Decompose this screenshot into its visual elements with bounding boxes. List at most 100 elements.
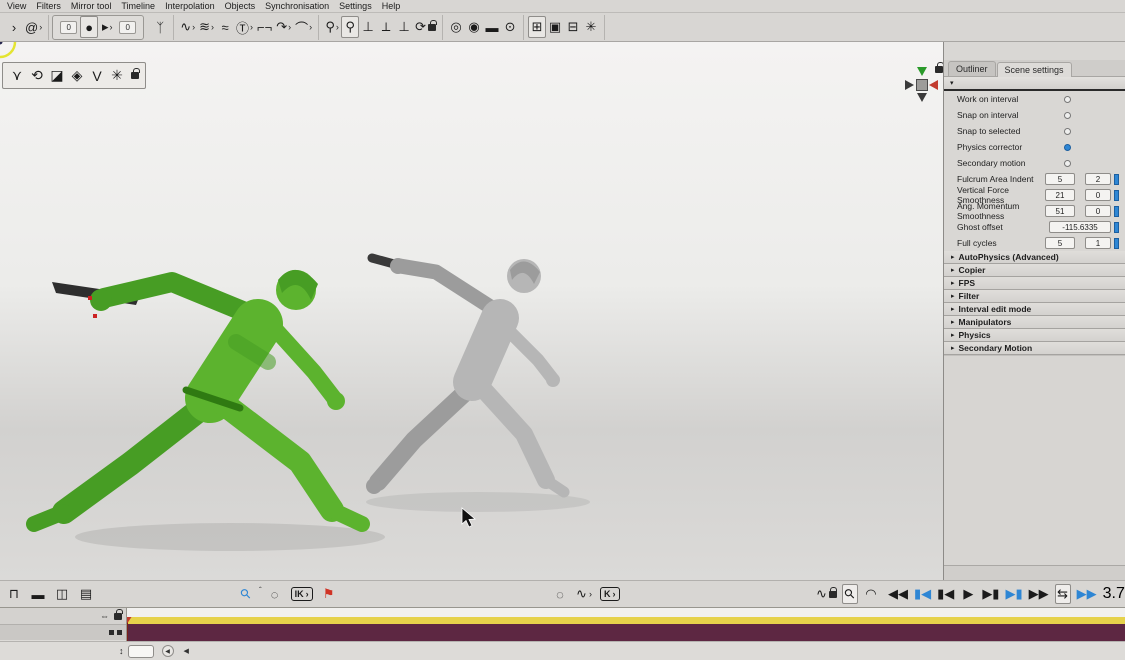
target-icon[interactable]: ◉ (465, 16, 483, 38)
ghost-select-icon[interactable]: ◌ (267, 584, 283, 604)
rotate-cube-icon[interactable]: ⟲ (29, 67, 45, 84)
ik-button[interactable]: IK› (291, 587, 313, 601)
fit-tracks-icon[interactable]: ⇔ (100, 611, 109, 621)
checkbox-work-on-interval[interactable] (1064, 96, 1071, 103)
focus-brackets-icon[interactable]: ⊙ (501, 16, 519, 38)
camera-icon[interactable]: ▬ (483, 16, 501, 38)
section-secondary-motion[interactable]: ▸Secondary Motion (944, 342, 1125, 355)
select-box-icon[interactable]: ◪ (49, 67, 65, 84)
menu-help[interactable]: Help (377, 1, 406, 11)
tab-outliner[interactable]: Outliner (948, 61, 996, 76)
gizmo-cube[interactable] (916, 79, 928, 91)
interpolation-curve-icon[interactable]: ∿› (576, 584, 592, 604)
field-ang-momentum-smoothness-2[interactable]: 0 (1085, 205, 1111, 217)
menu-view[interactable]: View (2, 1, 31, 11)
menu-timeline[interactable]: Timeline (116, 1, 160, 11)
flag-mode-icon[interactable]: ▸› (98, 16, 116, 38)
timeline-ruler-area[interactable] (127, 608, 1125, 641)
history-chevron-icon[interactable]: › (5, 16, 23, 38)
gizmo-lock-icon[interactable] (935, 66, 943, 73)
track-row-header[interactable] (0, 625, 126, 640)
fulcrum-icon[interactable]: ⟂ (377, 16, 395, 38)
split-view-icon[interactable]: ⊞ (528, 16, 546, 38)
character-gray[interactable] (366, 258, 564, 494)
viewport-3d[interactable]: ⋎⟲◪◈V✳ (0, 42, 944, 580)
section-interval-edit-mode[interactable]: ▸Interval edit mode (944, 303, 1125, 316)
view-gizmo[interactable] (901, 64, 943, 106)
pin-back-icon[interactable]: ⚲› (323, 16, 341, 38)
key-icon[interactable]: ⚲ (238, 584, 254, 604)
ghost-sphere-icon[interactable]: ◎ (447, 16, 465, 38)
ghost-frames-icon[interactable]: ⊓ (6, 584, 22, 604)
field-fulcrum-area-indent[interactable]: 5 (1045, 173, 1075, 185)
character-green[interactable] (34, 270, 362, 524)
snapshot-icon[interactable]: ◫ (54, 584, 70, 604)
field-ghost-offset[interactable]: -115.6335 (1049, 221, 1111, 233)
viewport-remove-icon[interactable]: ⊟ (564, 16, 582, 38)
arc-tool-icon[interactable]: ⌒› (293, 16, 314, 38)
menu-synchronisation[interactable]: Synchronisation (260, 1, 334, 11)
cycle-lock-icon[interactable]: ⟳ (413, 16, 438, 38)
frame-number-field[interactable] (128, 645, 154, 658)
loop-button[interactable]: ⇆ (1055, 584, 1071, 604)
field-vertical-force-smoothness[interactable]: 21 (1045, 189, 1075, 201)
arc-mode-icon[interactable]: ◠ (863, 584, 879, 604)
menu-filters[interactable]: Filters (31, 1, 66, 11)
frame-stepper-icon[interactable]: ↕ (119, 646, 124, 656)
offset-arrow-icon[interactable]: ◀ (184, 647, 189, 655)
key-mode-button[interactable]: K› (600, 587, 620, 601)
vector-tool-icon[interactable]: V (89, 68, 105, 84)
checkbox-secondary-motion[interactable] (1064, 160, 1071, 167)
field-vertical-force-smoothness-2[interactable]: 0 (1085, 189, 1111, 201)
jump-start-button[interactable]: ▮◀ (914, 584, 931, 604)
gizmo-axis-down[interactable] (917, 93, 927, 102)
checkbox-physics-corrector[interactable] (1064, 144, 1071, 151)
rig-mode-icon[interactable]: ✳ (582, 16, 600, 38)
tab-scene-settings[interactable]: Scene settings (997, 62, 1072, 77)
checkbox-snap-on-interval[interactable] (1064, 112, 1071, 119)
section-filter[interactable]: ▸Filter (944, 290, 1125, 303)
track-toggle-icon[interactable] (117, 630, 122, 635)
skeleton-tool-icon[interactable]: ✳ (109, 67, 125, 84)
field-full-cycles-2[interactable]: 1 (1085, 237, 1111, 249)
pin-button[interactable]: ⚲ (842, 584, 858, 604)
spiral-select-icon[interactable]: @› (23, 16, 44, 38)
viewport-add-icon[interactable]: ▣ (546, 16, 564, 38)
text-tool-icon[interactable]: Ⓣ› (234, 16, 255, 38)
ghost-box-icon[interactable]: ◌ (552, 584, 568, 604)
next-frame-button[interactable]: ▶▮ (982, 584, 999, 604)
jump-end-button[interactable]: ▶▮ (1005, 584, 1022, 604)
tangent-lock-icon[interactable]: ∿ (816, 584, 837, 604)
menu-mirror-tool[interactable]: Mirror tool (66, 1, 117, 11)
field-fulcrum-area-indent-2[interactable]: 2 (1085, 173, 1111, 185)
menu-objects[interactable]: Objects (220, 1, 261, 11)
ruler-strip[interactable] (127, 617, 1125, 624)
flag-icon[interactable]: ⚑ (321, 584, 337, 604)
selection-ring[interactable] (0, 42, 15, 57)
playhead[interactable] (127, 617, 132, 623)
prev-round-button[interactable]: ◀ (162, 645, 174, 657)
fast-forward-button[interactable]: ▶▶ (1029, 584, 1049, 604)
interval-spinner[interactable]: 0 (119, 21, 136, 34)
ground-point-icon[interactable]: ⊥ (395, 16, 413, 38)
channels-icon[interactable]: ▤ (78, 584, 94, 604)
gizmo-axis-up[interactable] (917, 67, 927, 76)
section-manipulators[interactable]: ▸Manipulators (944, 316, 1125, 329)
section-autophysics-advanced[interactable]: ▸AutoPhysics (Advanced) (944, 251, 1125, 264)
rewind-button[interactable]: ◀◀ (888, 584, 908, 604)
record-dot-button[interactable]: ● (80, 16, 98, 38)
keyframe-track[interactable] (127, 624, 1125, 641)
rotate-tool-icon[interactable]: ↷› (274, 16, 293, 38)
menu-settings[interactable]: Settings (334, 1, 377, 11)
section-fps[interactable]: ▸FPS (944, 277, 1125, 290)
playback-speed-button[interactable]: ▶▶ (1077, 584, 1097, 604)
menu-interpolation[interactable]: Interpolation (160, 1, 220, 11)
wave-lock-icon[interactable]: ≋› (197, 16, 216, 38)
play-button[interactable]: ▶ (960, 584, 976, 604)
track-toggle-icon[interactable] (109, 630, 114, 635)
waves-icon[interactable]: ≈ (216, 16, 234, 38)
gizmo-axis-right[interactable] (929, 80, 938, 90)
trajectory-tool-icon[interactable]: ∿› (178, 16, 197, 38)
stance-icon[interactable]: ⊥ (359, 16, 377, 38)
section-copier[interactable]: ▸Copier (944, 264, 1125, 277)
